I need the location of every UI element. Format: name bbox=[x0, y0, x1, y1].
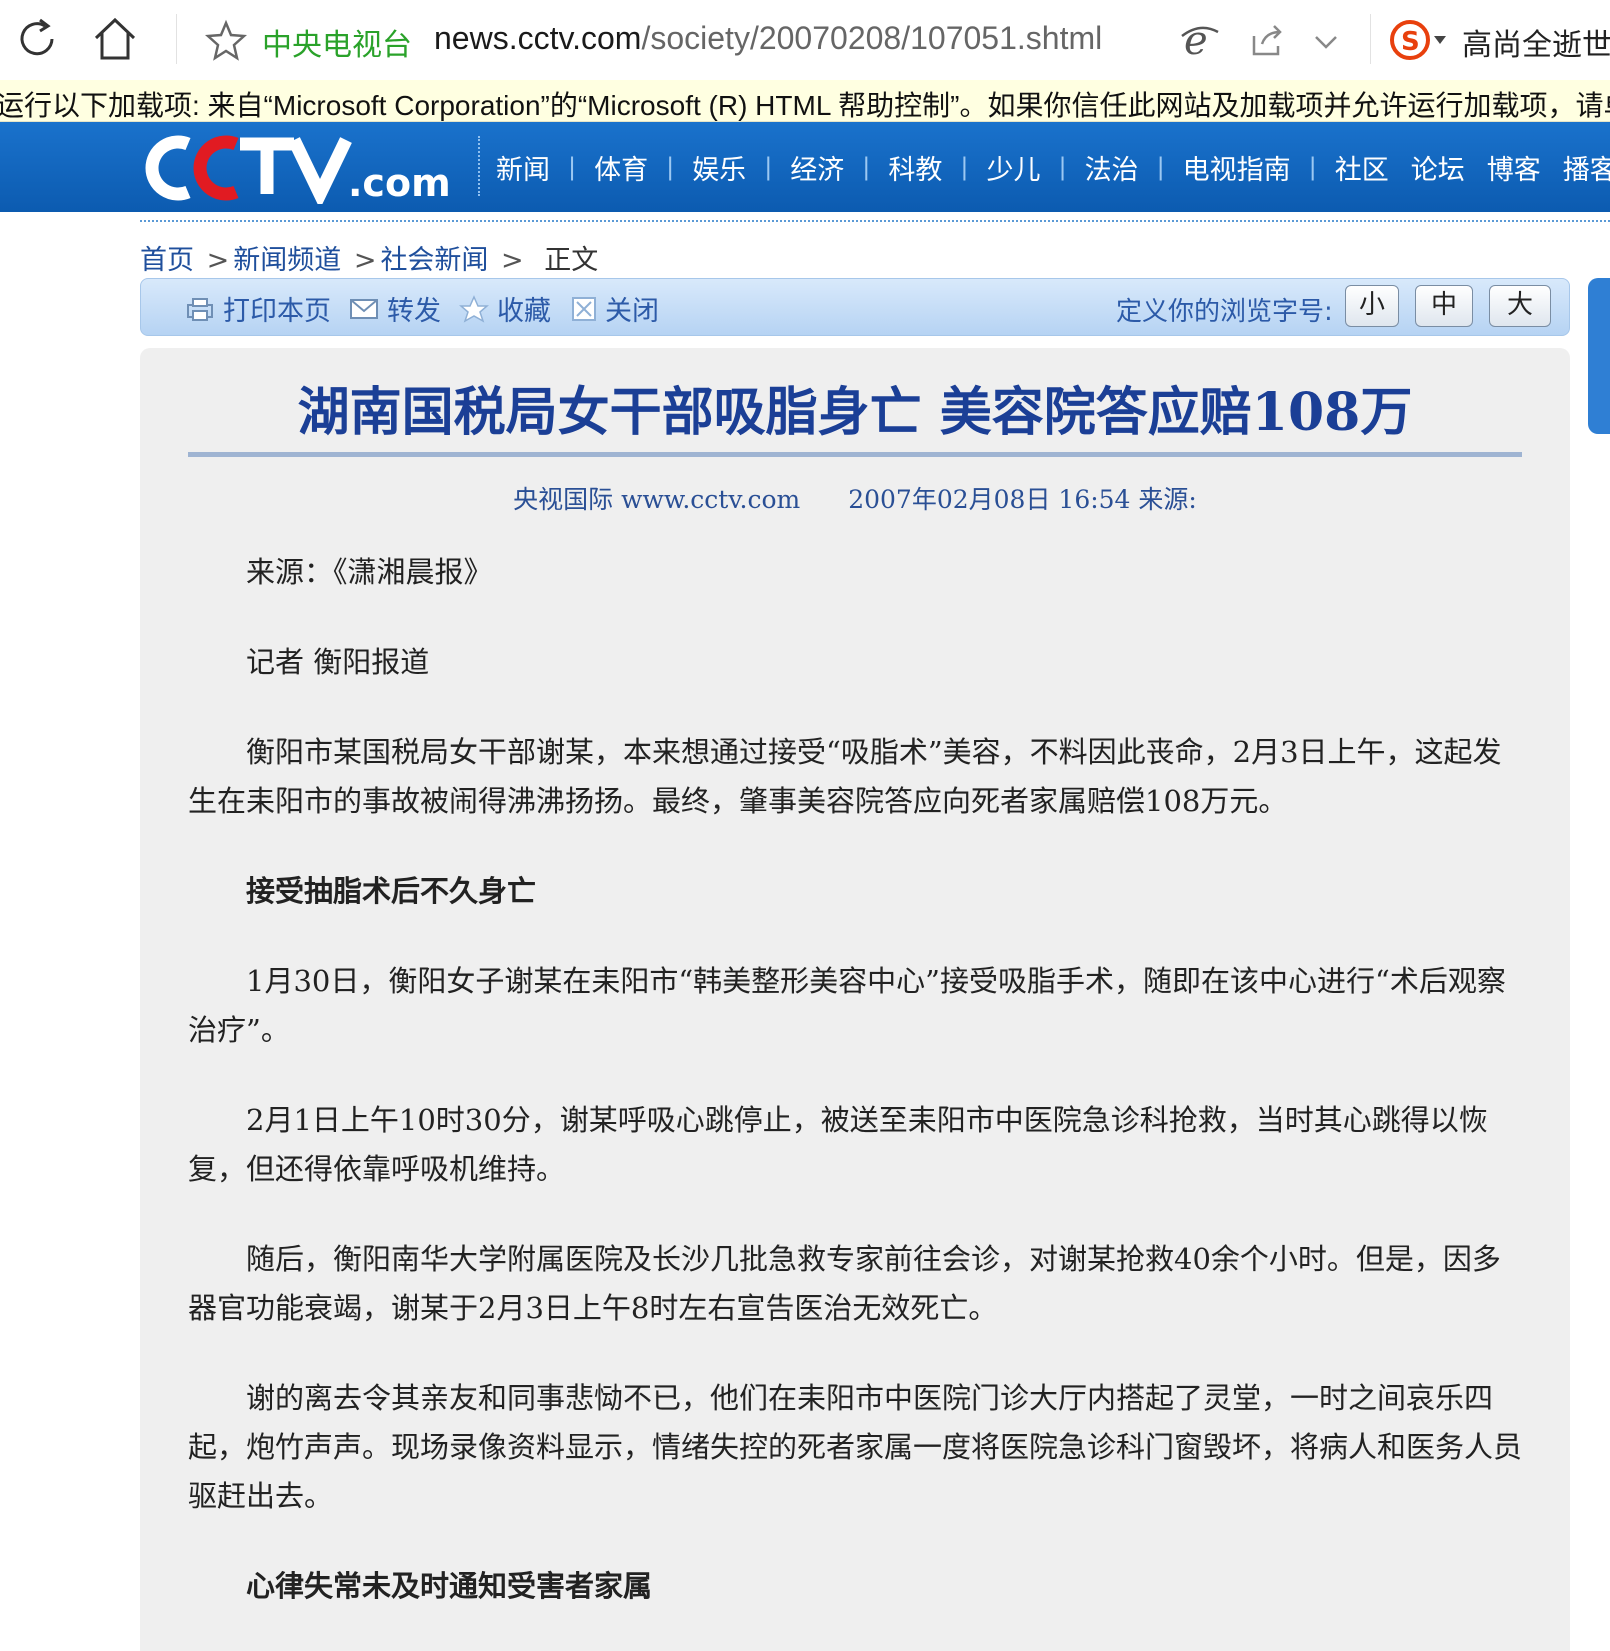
forward-button[interactable]: 转发 bbox=[349, 289, 441, 328]
breadcrumb-society-news[interactable]: 社会新闻 bbox=[380, 245, 488, 276]
breadcrumb: 首页 > 新闻频道 > 社会新闻 > 正文 bbox=[140, 238, 598, 277]
addon-info-bar[interactable]: 运行以下加载项: 来自“Microsoft Corporation”的“Micr… bbox=[0, 80, 1610, 122]
font-size-medium-button[interactable]: 中 bbox=[1415, 285, 1473, 327]
title-divider bbox=[188, 452, 1522, 457]
home-icon[interactable] bbox=[90, 14, 140, 64]
chevron-down-icon[interactable] bbox=[1306, 22, 1346, 62]
article-subheading: 心律失常未及时通知受害者家属 bbox=[246, 1569, 653, 1603]
font-size-small-button[interactable]: 小 bbox=[1345, 285, 1399, 327]
breadcrumb-news-channel[interactable]: 新闻频道 bbox=[233, 245, 341, 276]
logo-divider bbox=[478, 136, 480, 196]
svg-text:S: S bbox=[1401, 27, 1420, 57]
nav-item-news[interactable]: 新闻 bbox=[496, 148, 550, 187]
nav-item-entertainment[interactable]: 娱乐 bbox=[692, 148, 746, 187]
article-container: 湖南国税局女干部吸脂身亡 美容院答应赔108万 央视国际 www.cctv.co… bbox=[140, 348, 1570, 1651]
url-field[interactable]: news.cctv.com/society/20070208/107051.sh… bbox=[434, 20, 1102, 57]
article-paragraph: 衡阳市某国税局女干部谢某，本来想通过接受“吸脂术”美容，不料因此丧命，2月3日上… bbox=[188, 735, 1502, 818]
reload-icon[interactable] bbox=[12, 14, 62, 64]
cctv-logo[interactable]: .com bbox=[144, 132, 464, 209]
sogou-search-engine-icon[interactable]: S bbox=[1388, 18, 1448, 62]
breadcrumb-separator: > bbox=[353, 245, 377, 276]
article-paragraph: 2月1日上午10时30分，谢某呼吸心跳停止，被送至耒阳市中医院急诊科抢救，当时其… bbox=[188, 1103, 1488, 1186]
nav-item-podcast[interactable]: 播客 bbox=[1563, 148, 1610, 187]
print-label: 打印本页 bbox=[223, 296, 331, 327]
url-host: news.cctv.com bbox=[434, 20, 642, 56]
nav-item-economy[interactable]: 经济 bbox=[790, 148, 844, 187]
breadcrumb-current: 正文 bbox=[544, 245, 599, 276]
header-divider bbox=[140, 220, 1610, 222]
close-label: 关闭 bbox=[605, 296, 659, 327]
article-meta: 央视国际 www.cctv.com 2007年02月08日 16:54 来源: bbox=[140, 480, 1570, 516]
article-paragraph: 1月30日，衡阳女子谢某在耒阳市“韩美整形美容中心”接受吸脂手术，随即在该中心进… bbox=[188, 964, 1506, 1047]
envelope-icon bbox=[350, 298, 378, 319]
forward-label: 转发 bbox=[387, 296, 441, 327]
nav-item-sports[interactable]: 体育 bbox=[594, 148, 648, 187]
article-paragraph: 记者 衡阳报道 bbox=[246, 645, 430, 679]
breadcrumb-separator: > bbox=[206, 245, 230, 276]
article-body: 来源：《潇湘晨报》 记者 衡阳报道衡阳市某国税局女干部谢某，本来想通过接受“吸脂术… bbox=[188, 548, 1528, 1651]
article-title: 湖南国税局女干部吸脂身亡 美容院答应赔108万 bbox=[297, 382, 1413, 443]
favorite-label: 收藏 bbox=[497, 296, 551, 327]
url-path: /society/20070208/107051.shtml bbox=[641, 20, 1103, 56]
article-toolbar: 打印本页 转发 收藏 关闭 定义你的浏览字号: 小 中 大 bbox=[140, 278, 1570, 336]
nav-item-science[interactable]: 科教 bbox=[888, 148, 942, 187]
article-paragraph: 来源：《潇湘晨报》 bbox=[246, 555, 493, 589]
info-bar-message: 运行以下加载项: 来自“Microsoft Corporation”的“Micr… bbox=[0, 90, 1610, 121]
nav-item-kids[interactable]: 少儿 bbox=[986, 148, 1040, 187]
site-identity-label: 中央电视台 bbox=[262, 28, 412, 63]
browser-address-bar: 中央电视台 news.cctv.com/society/20070208/107… bbox=[0, 0, 1610, 80]
close-icon bbox=[572, 296, 596, 321]
close-button[interactable]: 关闭 bbox=[571, 289, 659, 328]
article-paragraph: 随后，衡阳南华大学附属医院及长沙几批急救专家前往会诊，对谢某抢救40余个小时。但… bbox=[188, 1242, 1501, 1325]
main-nav: 新闻 | 体育 | 娱乐 | 经济 | 科教 | 少儿 | 法治 | 电视指南 | 社区 论坛 … bbox=[496, 122, 1610, 212]
print-button[interactable]: 打印本页 bbox=[185, 289, 331, 328]
nav-item-community[interactable]: 社区 bbox=[1335, 148, 1389, 187]
nav-item-law[interactable]: 法治 bbox=[1085, 148, 1139, 187]
toolbar-divider bbox=[1370, 14, 1371, 64]
nav-item-blog[interactable]: 博客 bbox=[1487, 148, 1541, 187]
article-subheading: 接受抽脂术后不久身亡 bbox=[246, 874, 537, 908]
article-paragraph: 谢的离去令其亲友和同事悲恸不已，他们在耒阳市中医院门诊大厅内搭起了灵堂，一时之间… bbox=[188, 1381, 1523, 1513]
ie-compat-mode-icon[interactable]: e bbox=[1178, 18, 1222, 64]
breadcrumb-home[interactable]: 首页 bbox=[140, 245, 194, 276]
printer-icon bbox=[187, 297, 213, 321]
star-icon bbox=[459, 294, 489, 323]
favorite-star-icon[interactable] bbox=[204, 18, 248, 62]
svg-text:.com: .com bbox=[348, 161, 451, 204]
svg-text:e: e bbox=[1184, 18, 1208, 62]
search-box[interactable]: 高尚全逝世 bbox=[1462, 20, 1610, 64]
share-icon[interactable] bbox=[1246, 20, 1288, 62]
nav-item-forum[interactable]: 论坛 bbox=[1411, 148, 1465, 187]
article-timestamp: 2007年02月08日 16:54 来源: bbox=[848, 485, 1197, 514]
breadcrumb-separator: > bbox=[501, 245, 524, 276]
site-header: .com 新闻 | 体育 | 娱乐 | 经济 | 科教 | 少儿 | 法治 | 电视指南 | 社… bbox=[0, 122, 1610, 212]
font-size-large-button[interactable]: 大 bbox=[1489, 285, 1551, 327]
font-size-label: 定义你的浏览字号: bbox=[1116, 297, 1333, 327]
article-source: 央视国际 www.cctv.com bbox=[513, 485, 801, 514]
toolbar-divider bbox=[176, 14, 177, 64]
side-float-tab[interactable] bbox=[1588, 278, 1610, 434]
favorite-button[interactable]: 收藏 bbox=[459, 289, 551, 328]
nav-item-tv-guide[interactable]: 电视指南 bbox=[1183, 148, 1291, 187]
